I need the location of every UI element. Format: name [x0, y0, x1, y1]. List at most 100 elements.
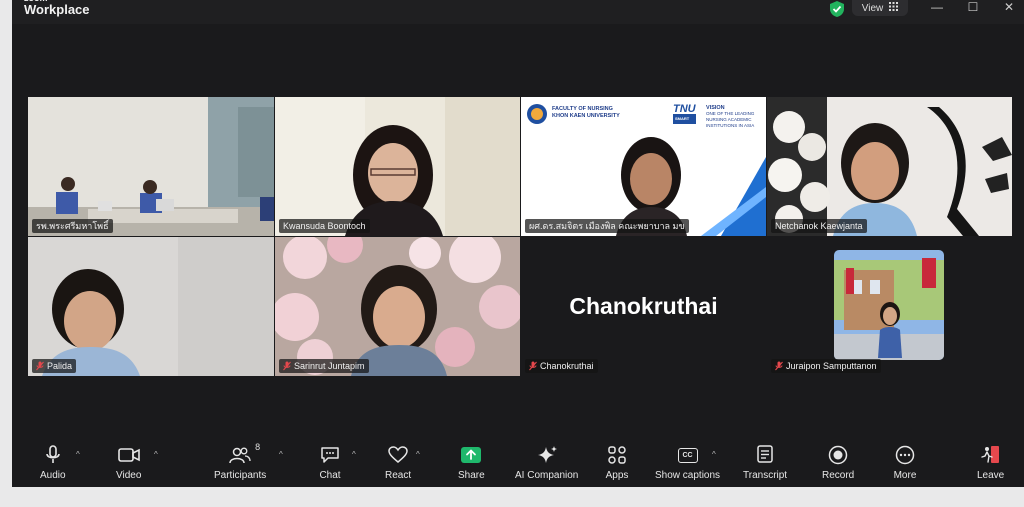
participant-name-tag: Netchanok Kaewjanta — [771, 219, 867, 233]
chat-button[interactable]: Chat — [318, 444, 342, 484]
video-tile-3[interactable]: FACULTY OF NURSING KHON KAEN UNIVERSITY … — [521, 97, 766, 236]
title-bar: zoom Workplace View — ☐ ✕ — [12, 0, 1024, 24]
maximize-button[interactable]: ☐ — [964, 0, 982, 14]
show-captions-label: Show captions — [655, 470, 721, 481]
tnu-logo: TNU SMART — [673, 104, 696, 124]
participant-profile-picture — [834, 250, 944, 360]
participant-name-tag: ผศ.ดร.สมจิตร เมืองพิล คณะพยาบาล มข — [525, 219, 689, 233]
participant-name: Netchanok Kaewjanta — [775, 221, 863, 231]
ai-companion-label: AI Companion — [515, 470, 579, 481]
leave-door-icon — [979, 444, 1003, 466]
participant-name-tag: Kwansuda Boontoch — [279, 219, 370, 233]
react-label: React — [385, 470, 412, 481]
encryption-shield-icon[interactable] — [828, 0, 846, 18]
slide-faculty-text: FACULTY OF NURSING KHON KAEN UNIVERSITY — [552, 106, 620, 120]
cc-glyph: CC — [677, 447, 698, 463]
participants-options-chevron-icon[interactable]: ^ — [279, 450, 283, 459]
video-tile-7[interactable]: Chanokruthai Chanokruthai — [521, 237, 766, 376]
app-brand-workplace: Workplace — [24, 2, 90, 17]
apps-icon — [605, 444, 629, 466]
muted-mic-icon — [36, 361, 44, 371]
participant-name: Sarinrut Juntapim — [294, 361, 365, 371]
participant-name: Juraipon Samputtanon — [786, 361, 877, 371]
ai-companion-button[interactable]: AI Companion — [515, 444, 578, 484]
participant-name-tag: Chanokruthai — [525, 359, 598, 373]
participants-button[interactable]: 8 Participants — [214, 442, 267, 484]
participant-name-tag: รพ.พระศรีมหาโพธิ์ — [32, 219, 113, 233]
participants-icon: 8 — [228, 442, 260, 466]
video-camera-icon — [117, 444, 141, 466]
video-label: Video — [116, 470, 142, 481]
participant-name: Palida — [47, 361, 73, 371]
slide-vision-text: VISION ONE OF THE LEADING NURSING ACADEM… — [706, 105, 764, 129]
transcript-icon — [753, 444, 777, 466]
close-window-button[interactable]: ✕ — [1000, 0, 1018, 14]
share-label: Share — [458, 470, 485, 481]
tnu-logo-sub: SMART — [673, 114, 696, 124]
muted-mic-icon — [529, 361, 537, 371]
react-button[interactable]: React — [385, 444, 411, 484]
audio-label: Audio — [40, 470, 66, 481]
video-tile-4[interactable]: Netchanok Kaewjanta — [767, 97, 1012, 236]
tnu-logo-text: TNU — [673, 103, 696, 115]
participant-name: ผศ.ดร.สมจิตร เมืองพิล คณะพยาบาล มข — [529, 221, 685, 231]
video-tile-5[interactable]: Palida — [28, 237, 274, 376]
apps-button[interactable]: Apps — [605, 444, 629, 484]
zoom-window: zoom Workplace View — ☐ ✕ — [12, 0, 1024, 487]
video-feed — [28, 237, 274, 376]
audio-options-chevron-icon[interactable]: ^ — [76, 450, 80, 459]
participant-name: Chanokruthai — [540, 361, 594, 371]
audio-button[interactable]: Audio — [40, 444, 66, 484]
participant-name: รพ.พระศรีมหาโพธิ์ — [36, 221, 109, 231]
video-feed — [767, 97, 1012, 236]
app-title: zoom Workplace — [24, 0, 114, 17]
more-button[interactable]: More — [893, 444, 917, 484]
view-button[interactable]: View — [852, 0, 908, 16]
participant-display-name: Chanokruthai — [569, 293, 718, 319]
participant-name-tag: Juraipon Samputtanon — [771, 359, 881, 373]
minimize-button[interactable]: — — [928, 0, 946, 14]
sparkle-icon — [535, 444, 559, 466]
transcript-label: Transcript — [743, 470, 788, 481]
video-tile-1[interactable]: รพ.พระศรีมหาโพธิ์ — [28, 97, 274, 236]
leave-button[interactable]: Leave — [977, 444, 1004, 484]
chat-bubble-icon — [318, 444, 342, 466]
react-options-chevron-icon[interactable]: ^ — [416, 450, 420, 459]
participant-name-tag: Palida — [32, 359, 77, 373]
record-label: Record — [822, 470, 855, 481]
participants-count: 8 — [255, 442, 261, 452]
more-options-icon — [893, 444, 917, 466]
video-options-chevron-icon[interactable]: ^ — [154, 450, 158, 459]
transcript-button[interactable]: Transcript — [743, 444, 787, 484]
video-feed — [275, 237, 520, 376]
view-label: View — [861, 2, 884, 14]
participant-name: Kwansuda Boontoch — [283, 221, 366, 231]
participant-name-tag: Sarinrut Juntapim — [279, 359, 369, 373]
chat-options-chevron-icon[interactable]: ^ — [352, 450, 356, 459]
muted-mic-icon — [775, 361, 783, 371]
record-icon — [826, 444, 850, 466]
chat-label: Chat — [319, 470, 341, 481]
slide-vision-body: ONE OF THE LEADING NURSING ACADEMIC INST… — [706, 111, 755, 128]
video-tile-8[interactable]: Juraipon Samputtanon — [767, 237, 1012, 376]
record-button[interactable]: Record — [822, 444, 854, 484]
grid-icon — [889, 2, 899, 14]
closed-captions-icon: CC — [676, 444, 700, 466]
video-button[interactable]: Video — [116, 444, 141, 484]
slide-faculty-line1: FACULTY OF NURSING — [552, 106, 613, 112]
apps-label: Apps — [605, 470, 629, 481]
slide-faculty-line2: KHON KAEN UNIVERSITY — [552, 113, 620, 119]
video-tile-6[interactable]: Sarinrut Juntapim — [275, 237, 520, 376]
leave-label: Leave — [977, 470, 1005, 481]
meeting-toolbar: Audio ^ Video ^ 8 Participants ^ Chat ^ — [12, 438, 1024, 487]
video-tile-2[interactable]: Kwansuda Boontoch — [275, 97, 520, 236]
show-captions-button[interactable]: CC Show captions — [655, 444, 720, 484]
video-feed — [275, 97, 520, 236]
captions-options-chevron-icon[interactable]: ^ — [712, 450, 716, 459]
participants-label: Participants — [214, 470, 267, 481]
muted-mic-icon — [283, 361, 291, 371]
more-label: More — [893, 470, 917, 481]
share-button[interactable]: Share — [458, 444, 485, 484]
heart-icon — [386, 444, 410, 466]
video-feed — [28, 97, 274, 236]
